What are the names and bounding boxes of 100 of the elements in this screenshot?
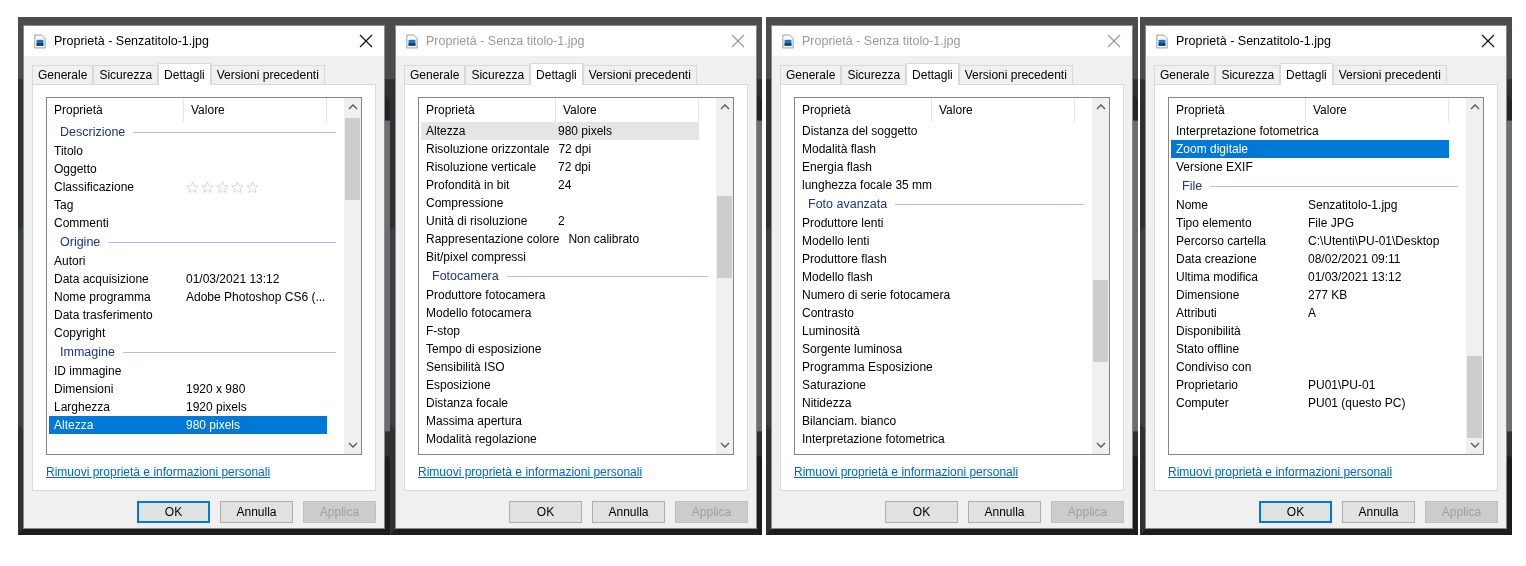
list-row[interactable]: Compressione <box>421 194 699 212</box>
dialog-button[interactable]: OK <box>885 501 958 523</box>
remove-properties-link[interactable]: Rimuovi proprietà e informazioni personali <box>418 465 643 479</box>
scroll-thumb[interactable] <box>717 196 732 278</box>
tab[interactable]: Generale <box>780 65 842 84</box>
list-row[interactable]: Percorso cartella C:\Utenti\PU-01\Desktop <box>1171 232 1449 250</box>
tab[interactable]: Dettagli <box>906 63 959 85</box>
remove-properties-link[interactable]: Rimuovi proprietà e informazioni personali <box>1168 465 1393 479</box>
scroll-thumb[interactable] <box>1467 356 1482 438</box>
list-row[interactable]: Modello fotocamera <box>421 304 699 322</box>
list-row[interactable]: Produttore fotocamera <box>421 286 699 304</box>
chevron-up-icon[interactable] <box>1095 104 1106 110</box>
list-row[interactable]: Modalità regolazione <box>421 430 699 448</box>
column-header[interactable]: Proprietà <box>1169 98 1306 122</box>
scrollbar[interactable] <box>344 98 361 454</box>
list-row[interactable]: Saturazione <box>797 376 1075 394</box>
list-row[interactable]: Ultima modifica 01/03/2021 13:12 <box>1171 268 1449 286</box>
dialog-button[interactable]: Annulla <box>592 501 665 523</box>
list-row[interactable]: Programma Esposizione <box>797 358 1075 376</box>
list-row[interactable]: Sorgente luminosa <box>797 340 1075 358</box>
chevron-down-icon[interactable] <box>347 442 358 448</box>
list-row[interactable]: Larghezza 1920 pixels <box>49 398 327 416</box>
chevron-down-icon[interactable] <box>719 442 730 448</box>
tab[interactable]: Versioni precedenti <box>1332 65 1447 84</box>
list-row[interactable]: Esposizione <box>421 376 699 394</box>
list-row[interactable]: Nitidezza <box>797 394 1075 412</box>
list-row[interactable]: Distanza del soggetto <box>797 122 1075 140</box>
list-row[interactable]: Altezza 980 pixels <box>49 416 327 434</box>
dialog-button[interactable]: Annulla <box>220 501 293 523</box>
tab[interactable]: Versioni precedenti <box>958 65 1073 84</box>
list-row[interactable]: Profondità in bit 24 <box>421 176 699 194</box>
list-row[interactable]: Computer PU01 (questo PC) <box>1171 394 1449 412</box>
column-header[interactable]: Valore <box>184 98 327 122</box>
list-row[interactable]: Condiviso con <box>1171 358 1449 376</box>
dialog-button[interactable]: OK <box>509 501 582 523</box>
tab[interactable]: Generale <box>32 65 94 84</box>
chevron-down-icon[interactable] <box>1469 442 1480 448</box>
tab[interactable]: Versioni precedenti <box>582 65 697 84</box>
list-row[interactable]: Data acquisizione 01/03/2021 13:12 <box>49 270 327 288</box>
list-row[interactable]: Contrasto <box>797 304 1075 322</box>
list-row[interactable]: Classificazione <box>49 178 327 196</box>
remove-properties-link[interactable]: Rimuovi proprietà e informazioni personali <box>46 465 271 479</box>
column-header[interactable]: Valore <box>1306 98 1449 122</box>
list-row[interactable]: Data creazione 08/02/2021 09:11 <box>1171 250 1449 268</box>
scrollbar[interactable] <box>1466 98 1483 454</box>
dialog-button[interactable]: OK <box>1259 501 1332 523</box>
list-row[interactable]: Oggetto <box>49 160 327 178</box>
tab[interactable]: Dettagli <box>530 63 583 85</box>
list-row[interactable]: Proprietario PU01\PU-01 <box>1171 376 1449 394</box>
tab[interactable]: Dettagli <box>1280 63 1333 85</box>
list-row[interactable]: Rappresentazione colore Non calibrato <box>421 230 699 248</box>
list-row[interactable]: Disponibilità <box>1171 322 1449 340</box>
list-row[interactable]: Massima apertura <box>421 412 699 430</box>
list-row[interactable]: Autori <box>49 252 327 270</box>
list-row[interactable]: Risoluzione verticale 72 dpi <box>421 158 699 176</box>
list-row[interactable]: Copyright <box>49 324 327 342</box>
list-row[interactable]: Produttore flash <box>797 250 1075 268</box>
scrollbar[interactable] <box>1092 98 1109 454</box>
list-row[interactable]: Interpretazione fotometrica <box>1171 122 1449 140</box>
list-row[interactable]: lunghezza focale 35 mm <box>797 176 1075 194</box>
list-row[interactable]: Unità di risoluzione 2 <box>421 212 699 230</box>
chevron-up-icon[interactable] <box>719 104 730 110</box>
remove-properties-link[interactable]: Rimuovi proprietà e informazioni personali <box>794 465 1019 479</box>
list-row[interactable]: ID immagine <box>49 362 327 380</box>
tab[interactable]: Versioni precedenti <box>210 65 325 84</box>
chevron-down-icon[interactable] <box>1095 442 1106 448</box>
tab[interactable]: Sicurezza <box>841 65 907 84</box>
dialog-button[interactable]: Annulla <box>1342 501 1415 523</box>
list-row[interactable]: Produttore lenti <box>797 214 1075 232</box>
rating-stars[interactable] <box>186 180 259 194</box>
tab[interactable]: Generale <box>1154 65 1216 84</box>
list-row[interactable]: Data trasferimento <box>49 306 327 324</box>
list-row[interactable]: Numero di serie fotocamera <box>797 286 1075 304</box>
list-row[interactable]: Stato offline <box>1171 340 1449 358</box>
list-row[interactable]: Luminosità <box>797 322 1075 340</box>
list-row[interactable]: Tipo elemento File JPG <box>1171 214 1449 232</box>
list-row[interactable]: Bit/pixel compressi <box>421 248 699 266</box>
list-row[interactable]: Attributi A <box>1171 304 1449 322</box>
list-row[interactable]: Commenti <box>49 214 327 232</box>
list-row[interactable]: Nome Senzatitolo-1.jpg <box>1171 196 1449 214</box>
list-row[interactable]: Modello lenti <box>797 232 1075 250</box>
list-row[interactable]: Dimensione 277 KB <box>1171 286 1449 304</box>
list-row[interactable]: Versione EXIF <box>1171 158 1449 176</box>
chevron-up-icon[interactable] <box>347 104 358 110</box>
list-row[interactable]: Sensibilità ISO <box>421 358 699 376</box>
tab[interactable]: Sicurezza <box>1215 65 1281 84</box>
tab[interactable]: Sicurezza <box>93 65 159 84</box>
tab[interactable]: Dettagli <box>158 63 211 85</box>
list-row[interactable]: F-stop <box>421 322 699 340</box>
scrollbar[interactable] <box>716 98 733 454</box>
list-row[interactable]: Interpretazione fotometrica <box>797 430 1075 448</box>
dialog-button[interactable]: OK <box>137 501 210 523</box>
column-header[interactable]: Proprietà <box>795 98 932 122</box>
tab[interactable]: Sicurezza <box>465 65 531 84</box>
list-row[interactable]: Bilanciam. bianco <box>797 412 1075 430</box>
scroll-thumb[interactable] <box>345 118 360 200</box>
list-row[interactable]: Distanza focale <box>421 394 699 412</box>
list-row[interactable]: Modello flash <box>797 268 1075 286</box>
list-row[interactable]: Dimensioni 1920 x 980 <box>49 380 327 398</box>
chevron-up-icon[interactable] <box>1469 104 1480 110</box>
